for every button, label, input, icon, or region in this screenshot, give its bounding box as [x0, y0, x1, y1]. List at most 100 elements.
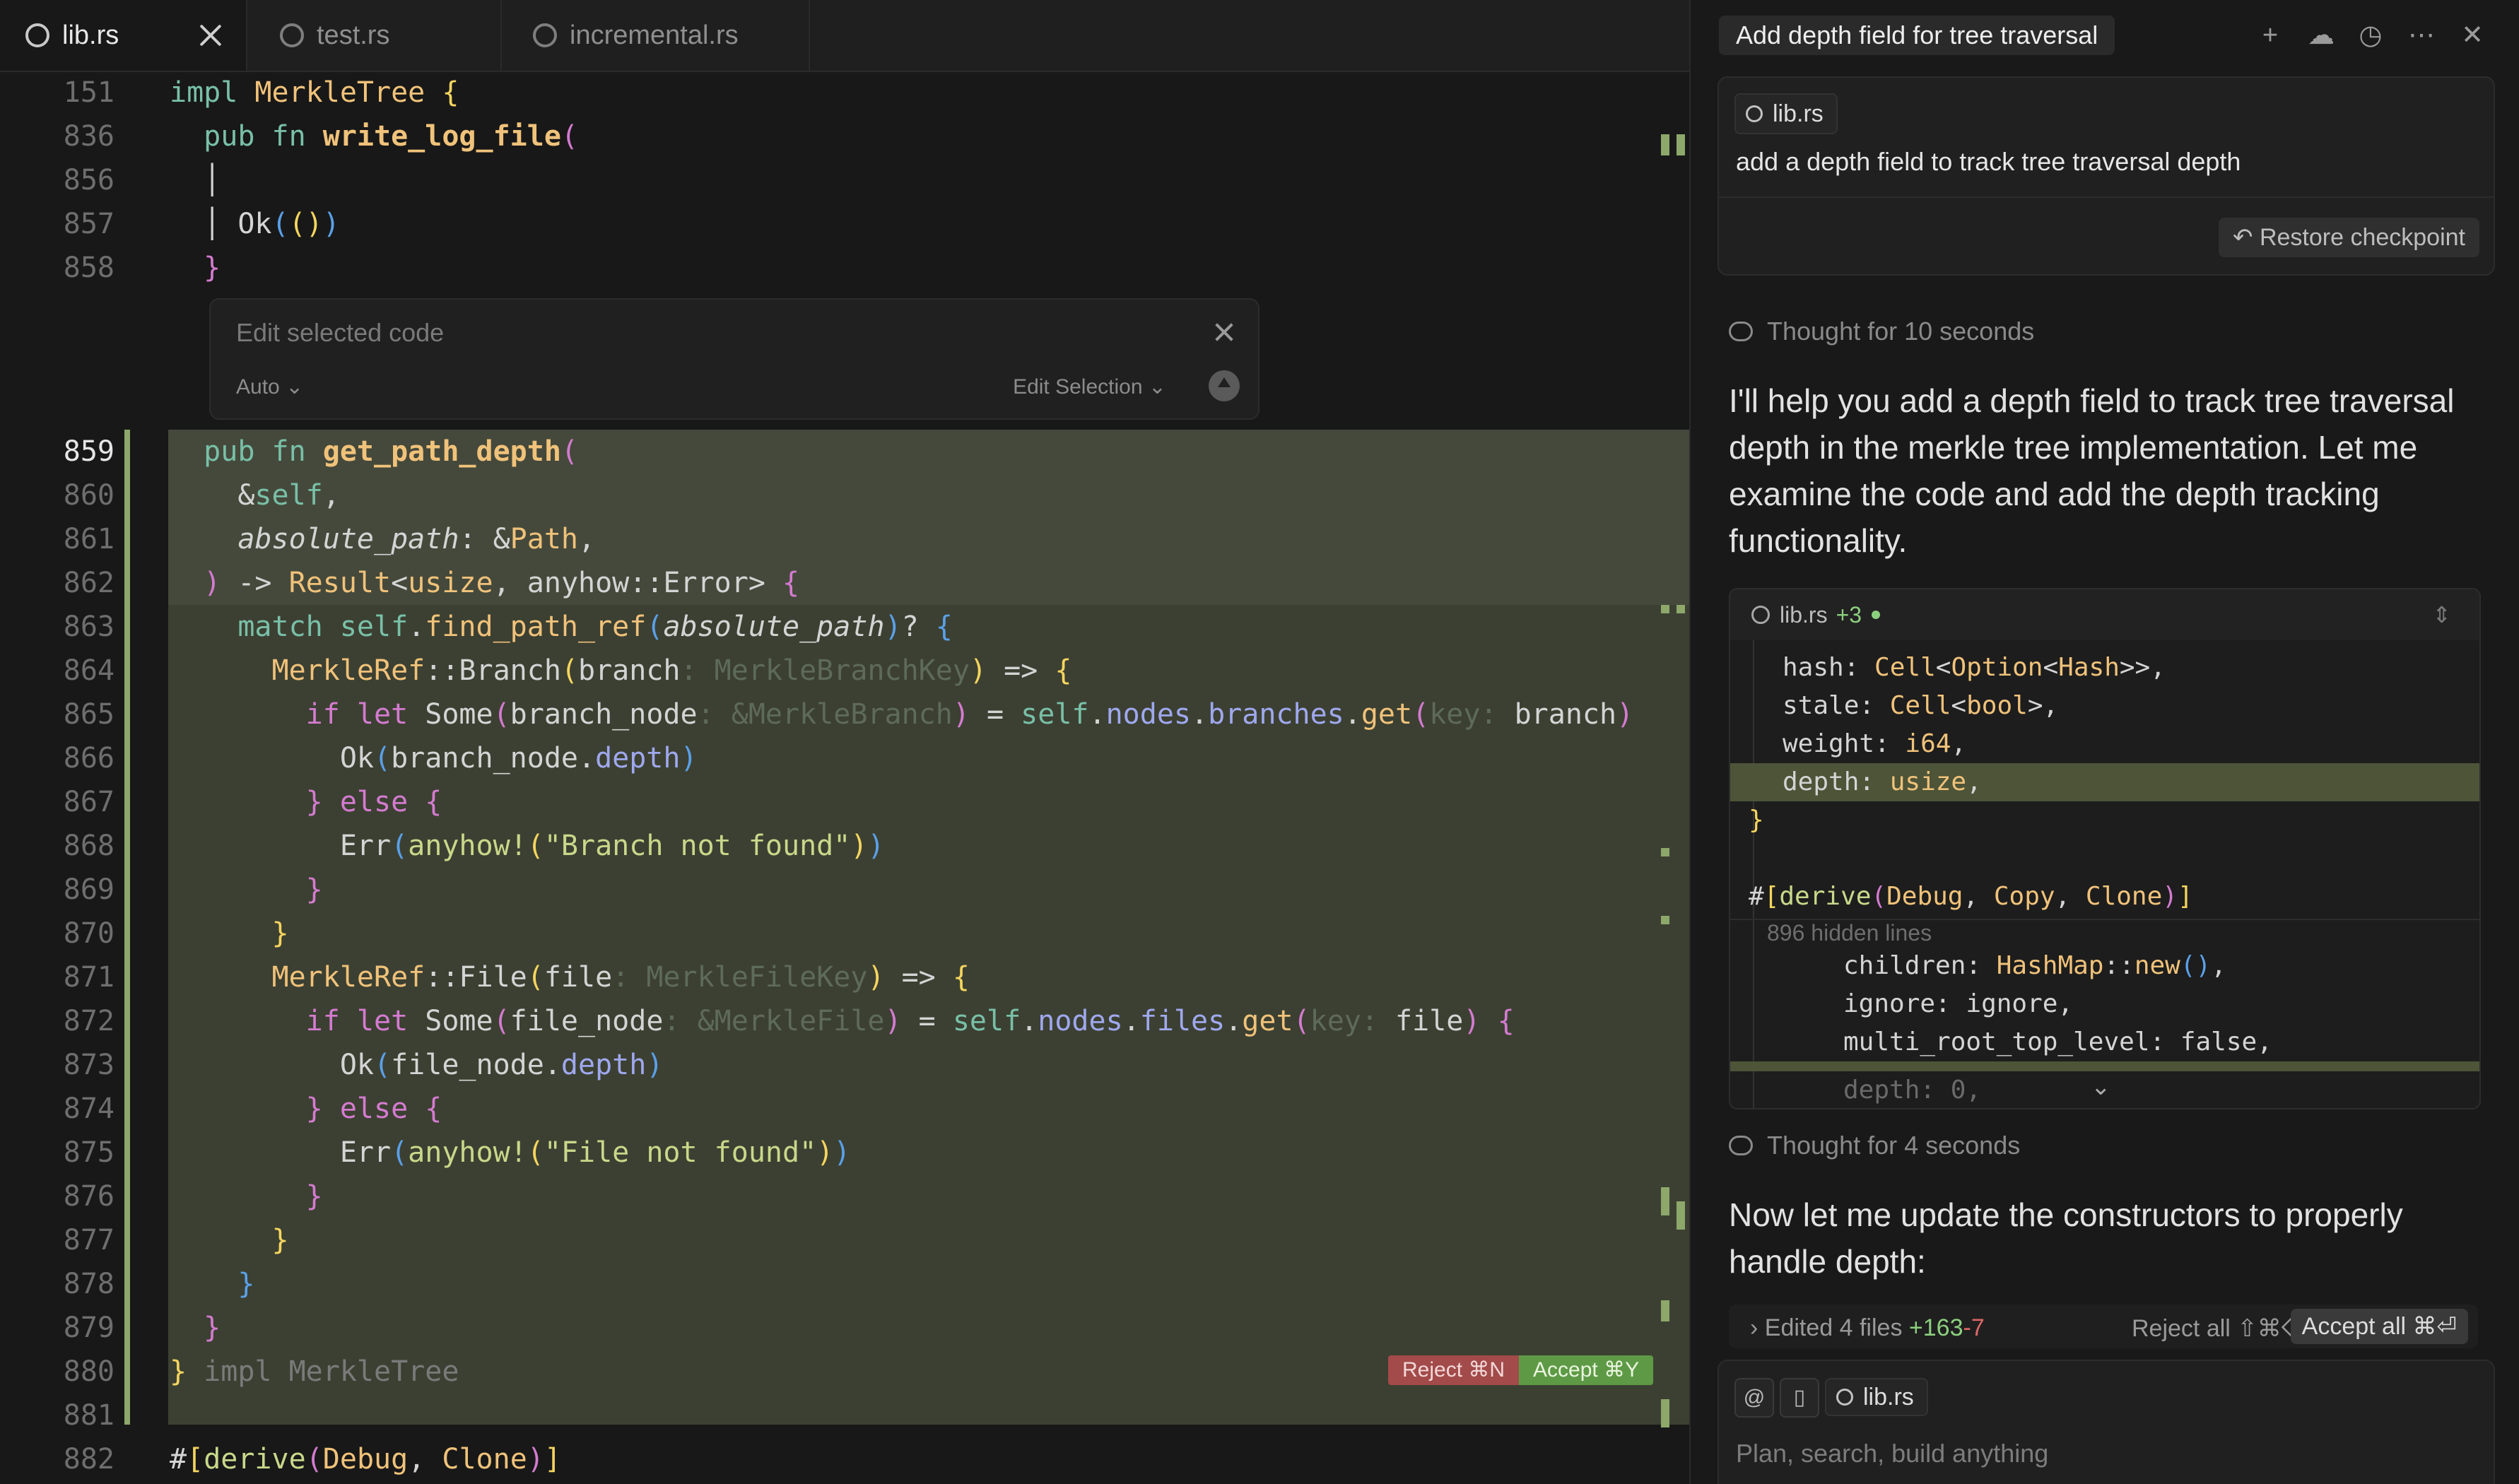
- tab-label: incremental.rs: [570, 20, 739, 50]
- context-button[interactable]: ▯: [1780, 1378, 1819, 1418]
- divider: [1719, 196, 2494, 198]
- code-line[interactable]: }: [170, 1174, 323, 1218]
- code-line[interactable]: #[derive(Debug, Clone)]: [170, 1437, 561, 1481]
- edit-selection-button[interactable]: Edit Selection ⌄: [1013, 375, 1166, 399]
- restore-checkpoint-button[interactable]: ↶ Restore checkpoint: [2219, 218, 2479, 257]
- code-line[interactable]: MerkleRef::Branch(branch: MerkleBranchKe…: [170, 649, 1072, 693]
- edited-files-label: Edited 4 files: [1764, 1314, 1903, 1341]
- chevron-right-icon: ›: [1750, 1314, 1758, 1341]
- inline-edit-box[interactable]: Edit selected code Auto ⌄ Edit Selection…: [209, 298, 1260, 420]
- code-line[interactable]: }: [170, 912, 289, 955]
- code-card-changes: +3: [1836, 601, 1862, 628]
- edited-files-toggle[interactable]: › Edited 4 files +163-7: [1750, 1314, 1985, 1342]
- line-number: 857: [63, 208, 114, 240]
- thought-label: Thought for 10 seconds: [1767, 317, 2035, 346]
- code-line[interactable]: &self,: [170, 473, 340, 517]
- code-line[interactable]: pub fn write_log_file(: [170, 114, 578, 158]
- diff-line: ignore: ignore,: [1843, 989, 2074, 1018]
- file-chip[interactable]: lib.rs: [1734, 93, 1838, 134]
- code-line[interactable]: pub fn get_path_depth(: [170, 430, 578, 473]
- diff-line: stale: Cell<bool>,: [1783, 691, 2059, 720]
- tab-incremental-rs[interactable]: incremental.rs: [502, 0, 810, 71]
- tab-bar: lib.rs test.rs incremental.rs: [0, 0, 1689, 72]
- code-line[interactable]: } impl MerkleTree: [170, 1350, 459, 1394]
- rust-file-icon: [280, 23, 304, 47]
- line-number: 867: [63, 786, 114, 818]
- minimap-mark: [1661, 1399, 1669, 1427]
- close-icon[interactable]: [196, 21, 225, 49]
- close-icon[interactable]: ✕: [2458, 21, 2486, 49]
- line-number: 868: [63, 830, 114, 862]
- edited-files-bar[interactable]: › Edited 4 files +163-7 Reject all ⇧⌘⌫ A…: [1729, 1305, 2478, 1348]
- code-line[interactable]: }: [170, 1306, 221, 1350]
- code-line[interactable]: Err(anyhow!("Branch not found")): [170, 824, 885, 868]
- diff-line: }: [1749, 806, 1764, 835]
- more-icon[interactable]: ⋯: [2407, 21, 2436, 49]
- user-message[interactable]: lib.rs add a depth field to track tree t…: [1718, 76, 2495, 276]
- thought-indicator[interactable]: Thought for 4 seconds: [1729, 1131, 2020, 1160]
- code-line[interactable]: } else {: [170, 780, 442, 824]
- expand-icon[interactable]: ⇕: [2432, 601, 2451, 628]
- code-line[interactable]: match self.find_path_ref(absolute_path)?…: [170, 605, 953, 649]
- tab-lib-rs[interactable]: lib.rs: [0, 0, 247, 71]
- chat-panel: Add depth field for tree traversal + ☁ ◷…: [1689, 0, 2519, 1484]
- code-line[interactable]: Err(anyhow!("File not found")): [170, 1131, 851, 1174]
- code-line[interactable]: │: [170, 158, 221, 202]
- mention-button[interactable]: @: [1734, 1378, 1774, 1418]
- reject-all-button[interactable]: Reject all ⇧⌘⌫: [2132, 1314, 2315, 1343]
- history-icon[interactable]: ◷: [2356, 21, 2385, 49]
- lines-removed: -7: [1963, 1314, 1985, 1341]
- app-window: lib.rs test.rs incremental.rs 151 impl Me…: [0, 0, 2519, 1484]
- code-line[interactable]: absolute_path: &Path,: [170, 517, 595, 561]
- assistant-message: Now let me update the constructors to pr…: [1729, 1196, 2403, 1280]
- minimap-mark: [1661, 134, 1669, 155]
- code-card-header[interactable]: lib.rs +3 ⇕: [1730, 589, 2479, 640]
- model-select[interactable]: Auto ⌄: [236, 375, 303, 399]
- code-line[interactable]: Ok(file_node.depth): [170, 1043, 664, 1087]
- code-line[interactable]: }: [170, 246, 221, 290]
- code-line[interactable]: │ Ok(()): [170, 202, 340, 246]
- code-line[interactable]: } else {: [170, 1087, 442, 1131]
- line-number: 859: [63, 435, 114, 468]
- chat-composer[interactable]: @ ▯ lib.rs Plan, search, build anything: [1718, 1360, 2495, 1484]
- chat-input[interactable]: Plan, search, build anything: [1736, 1439, 2048, 1468]
- cloud-icon[interactable]: ☁: [2307, 21, 2335, 49]
- code-line[interactable]: ) -> Result<usize, anyhow::Error> {: [170, 561, 799, 605]
- file-chip-label: lib.rs: [1773, 100, 1824, 127]
- code-line[interactable]: if let Some(branch_node: &MerkleBranch) …: [170, 693, 1634, 736]
- code-line[interactable]: MerkleRef::File(file: MerkleFileKey) => …: [170, 955, 970, 999]
- chat-title[interactable]: Add depth field for tree traversal: [1719, 16, 2115, 55]
- code-line[interactable]: Ok(branch_node.depth): [170, 736, 698, 780]
- chevron-down-icon: ⌄: [1148, 375, 1166, 399]
- line-number: 862: [63, 567, 114, 599]
- file-chip[interactable]: lib.rs: [1825, 1378, 1928, 1416]
- edit-selection-label: Edit Selection: [1013, 375, 1143, 399]
- code-editor[interactable]: 151 impl MerkleTree { 836 pub fn write_lo…: [0, 71, 1689, 1484]
- thought-indicator[interactable]: Thought for 10 seconds: [1729, 317, 2034, 346]
- model-select-label: Auto: [236, 375, 280, 399]
- plus-icon[interactable]: +: [2256, 21, 2284, 49]
- reject-button[interactable]: Reject ⌘N: [1388, 1355, 1520, 1385]
- diff-line-added: [1730, 1061, 2479, 1071]
- code-line[interactable]: }: [170, 1218, 289, 1262]
- rust-file-icon: [1746, 105, 1763, 122]
- line-number: 876: [63, 1180, 114, 1213]
- accept-all-button[interactable]: Accept all ⌘⏎: [2290, 1309, 2468, 1344]
- code-line[interactable]: if let Some(file_node: &MerkleFile) = se…: [170, 999, 1515, 1043]
- line-number: 856: [63, 164, 114, 196]
- send-arrow-icon[interactable]: [1209, 370, 1240, 401]
- code-diff-card[interactable]: lib.rs +3 ⇕ hash: Cell<Option<Hash>>, st…: [1729, 588, 2481, 1109]
- line-number: 882: [63, 1443, 114, 1476]
- accept-button[interactable]: Accept ⌘Y: [1519, 1355, 1654, 1385]
- code-line[interactable]: }: [170, 1262, 254, 1306]
- minimap-mark: [1661, 1300, 1669, 1321]
- hidden-lines-label[interactable]: 896 hidden lines: [1730, 919, 2479, 947]
- tab-test-rs[interactable]: test.rs: [247, 0, 502, 71]
- close-icon[interactable]: [1213, 321, 1235, 343]
- code-line[interactable]: }: [170, 868, 323, 912]
- code-line[interactable]: impl MerkleTree {: [170, 71, 459, 114]
- rust-file-icon: [25, 23, 49, 47]
- edit-input[interactable]: Edit selected code: [236, 318, 444, 348]
- file-chip-label: lib.rs: [1863, 1383, 1914, 1411]
- chevron-down-icon[interactable]: ⌄: [2091, 1073, 2111, 1101]
